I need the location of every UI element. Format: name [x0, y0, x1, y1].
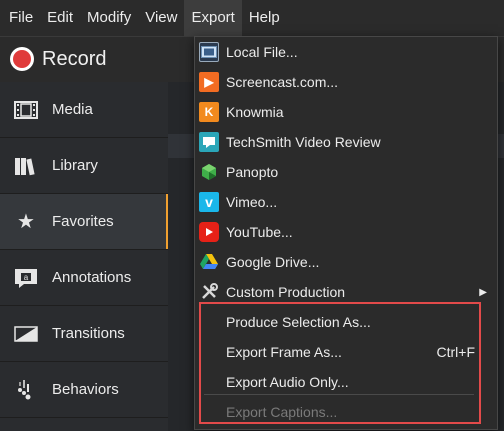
menu-item-video-review[interactable]: TechSmith Video Review — [195, 127, 497, 157]
menu-item-label: Knowmia — [226, 104, 284, 120]
vimeo-icon: v — [199, 192, 219, 212]
svg-text:a: a — [24, 273, 29, 282]
star-icon: ★ — [17, 211, 35, 233]
books-icon — [14, 154, 38, 178]
menu-item-youtube[interactable]: YouTube... — [195, 217, 497, 247]
behaviors-icon — [14, 378, 38, 402]
menu-item-label: Local File... — [226, 44, 298, 60]
record-button[interactable]: Record — [10, 47, 106, 71]
menu-item-google-drive[interactable]: Google Drive... — [195, 247, 497, 277]
film-icon — [14, 98, 38, 122]
sidebar-item-label: Library — [52, 157, 98, 174]
record-label: Record — [42, 47, 107, 70]
panopto-icon — [199, 162, 219, 182]
sidebar-item-library[interactable]: Library — [0, 138, 168, 194]
sidebar-item-label: Media — [52, 101, 93, 118]
menu-edit[interactable]: Edit — [40, 0, 80, 36]
menu-file[interactable]: File — [2, 0, 40, 36]
menu-item-label: Panopto — [226, 164, 279, 180]
menu-item-vimeo[interactable]: v Vimeo... — [195, 187, 497, 217]
tools-icon — [199, 282, 219, 302]
menu-item-label: Screencast.com... — [226, 74, 339, 90]
transition-icon — [14, 322, 38, 346]
local-file-icon — [199, 42, 219, 62]
sidebar-item-label: Favorites — [52, 213, 114, 230]
knowmia-icon: K — [199, 102, 219, 122]
menu-item-knowmia[interactable]: K Knowmia — [195, 97, 497, 127]
sidebar-item-label: Transitions — [52, 325, 125, 342]
screencast-icon: ▶ — [199, 72, 219, 92]
menu-view[interactable]: View — [138, 0, 184, 36]
sidebar-item-media[interactable]: Media — [0, 82, 168, 138]
youtube-icon — [199, 222, 219, 242]
menu-bar: File Edit Modify View Export Help — [0, 0, 504, 36]
record-icon — [10, 47, 34, 71]
menu-export[interactable]: Export — [184, 0, 242, 36]
menu-item-label: Vimeo... — [226, 194, 278, 210]
sidebar-item-favorites[interactable]: ★ Favorites — [0, 194, 168, 250]
menu-item-label: Google Drive... — [226, 254, 320, 270]
menu-item-label: TechSmith Video Review — [226, 134, 381, 150]
submenu-arrow-icon: ▶ — [479, 286, 487, 298]
menu-modify[interactable]: Modify — [80, 0, 138, 36]
highlight-box — [199, 302, 481, 424]
menu-help[interactable]: Help — [242, 0, 287, 36]
sidebar-item-label: Behaviors — [52, 381, 119, 398]
sidebar-item-label: Annotations — [52, 269, 132, 286]
video-review-icon — [199, 132, 219, 152]
sidebar-item-annotations[interactable]: a Annotations — [0, 250, 168, 306]
menu-item-local-file[interactable]: Local File... — [195, 37, 497, 67]
annotation-icon: a — [14, 266, 38, 290]
sidebar: Media Library ★ Favorites a Annotations … — [0, 82, 168, 431]
sidebar-item-behaviors[interactable]: Behaviors — [0, 362, 168, 418]
menu-item-screencast[interactable]: ▶ Screencast.com... — [195, 67, 497, 97]
menu-item-panopto[interactable]: Panopto — [195, 157, 497, 187]
menu-item-label: Custom Production — [226, 284, 346, 300]
google-drive-icon — [199, 252, 219, 272]
menu-item-label: YouTube... — [226, 224, 293, 240]
sidebar-item-transitions[interactable]: Transitions — [0, 306, 168, 362]
